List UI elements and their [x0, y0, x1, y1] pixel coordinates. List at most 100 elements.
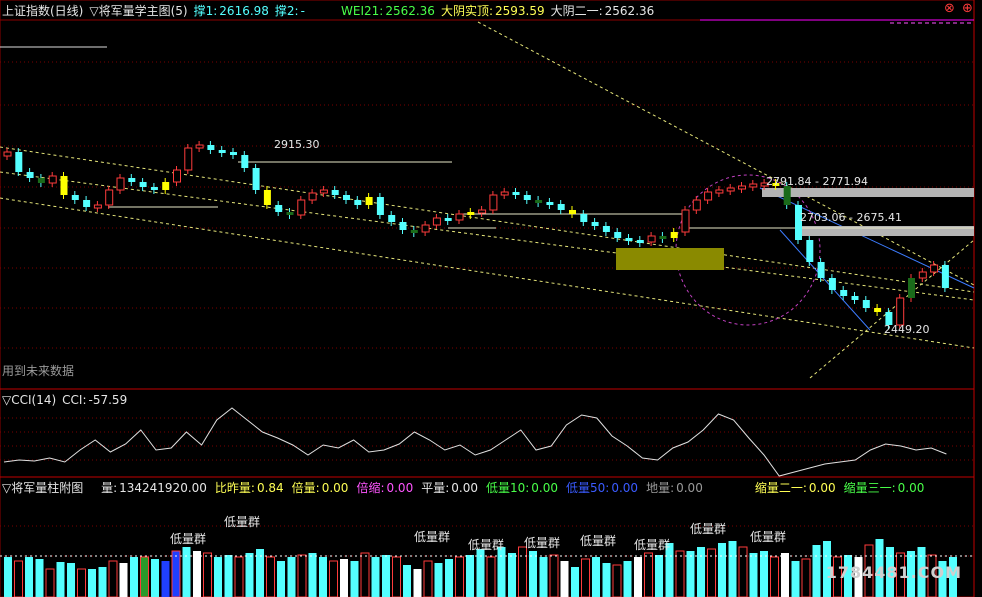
- candle-body: [376, 197, 384, 215]
- candle-body: [150, 187, 158, 190]
- candle-body: [421, 224, 430, 233]
- candle-body: [3, 151, 12, 157]
- kline-chart-canvas[interactable]: [0, 0, 982, 597]
- candle-body: [444, 218, 452, 221]
- volume-item-label: 缩量二一:: [754, 481, 807, 495]
- volume-bar: [644, 552, 653, 597]
- volume-bar: [518, 546, 527, 597]
- candle-body: [862, 300, 870, 308]
- price-label-2449: 2449.20: [884, 323, 930, 336]
- volume-bar: [14, 560, 23, 597]
- volume-bar: [308, 553, 317, 597]
- cci-label: CCI:: [62, 393, 87, 407]
- volume-item-label: 地量:: [646, 481, 675, 495]
- candle-body: [15, 152, 23, 172]
- volume-bar: [770, 556, 779, 597]
- price-label-2915: 2915.30: [274, 138, 320, 151]
- candle-body: [489, 194, 498, 211]
- candle-body: [783, 186, 791, 205]
- resistance-zone-1: [762, 188, 974, 197]
- candle-body: [546, 202, 554, 205]
- volume-item-value: 0.00: [386, 481, 414, 495]
- volume-bar: [403, 565, 411, 597]
- volume-bar: [486, 556, 496, 597]
- candle-body: [738, 185, 746, 190]
- candle-body: [173, 169, 181, 183]
- volume-item-value: 0.00: [676, 481, 703, 495]
- candle-body: [874, 308, 882, 312]
- candle-body: [749, 183, 758, 188]
- volume-item-label: 比昨量:: [214, 481, 255, 495]
- volume-bar: [350, 561, 359, 597]
- candle-body: [410, 230, 418, 233]
- volume-bar: [88, 569, 96, 597]
- candle-body: [704, 191, 713, 201]
- volume-bar: [686, 551, 695, 597]
- volume-bar: [266, 556, 275, 597]
- volume-bar: [801, 558, 811, 597]
- volume-bar: [781, 553, 789, 597]
- candle-body: [331, 190, 339, 195]
- volume-bar: [592, 557, 600, 597]
- candle-body: [614, 232, 622, 238]
- low-volume-tag: 低量群: [690, 522, 727, 536]
- volume-bar: [728, 541, 737, 597]
- candle-body: [941, 265, 949, 288]
- candle-body: [116, 177, 125, 191]
- volume-item-value: 0.84: [256, 481, 284, 495]
- candle-body: [432, 217, 441, 226]
- candle-body: [670, 232, 678, 238]
- candle-body: [828, 278, 836, 290]
- low-volume-tag: 低量群: [580, 534, 617, 548]
- volume-bar: [329, 560, 338, 597]
- candle-body: [207, 145, 215, 150]
- candle-body: [60, 176, 68, 195]
- low-volume-tag: 低量群: [524, 536, 561, 550]
- candle-body: [184, 147, 193, 171]
- volume-bar: [560, 561, 569, 597]
- volume-bar: [612, 564, 622, 597]
- volume-item-label: 缩量三一:: [843, 481, 896, 495]
- candle-body: [354, 200, 362, 205]
- candle-body: [467, 212, 475, 215]
- candle-body: [37, 178, 45, 183]
- candle-body: [580, 214, 588, 222]
- candle-body: [908, 278, 915, 298]
- volume-bar: [623, 561, 632, 597]
- volume-header: ▽将军量柱附图 量: 134241920.00 比昨量: 0.84 倍量: 0.00 倍缩:…: [2, 479, 938, 497]
- volume-bar: [549, 554, 559, 597]
- candle-body: [308, 192, 317, 201]
- volume-item-label: 倍量:: [291, 481, 320, 495]
- volume-bar: [529, 551, 537, 597]
- volume-bar: [738, 546, 748, 597]
- candle-body: [625, 238, 633, 241]
- volume-bar: [25, 557, 33, 597]
- volume-bar: [214, 557, 222, 597]
- volume-bar: [171, 550, 181, 597]
- volume-indicator-name[interactable]: ▽将军量柱附图: [2, 481, 83, 495]
- volume-item-label: 低量10:: [485, 481, 530, 495]
- volume-bar: [45, 568, 55, 597]
- volume-bar: [371, 557, 380, 597]
- volume-bar: [35, 559, 44, 597]
- candle-body: [105, 189, 114, 206]
- candle-body: [726, 187, 735, 192]
- candle-body: [602, 226, 610, 232]
- cci-polyline: [3, 407, 947, 477]
- volume-bar: [56, 562, 65, 597]
- candle-body: [365, 197, 373, 205]
- volume-bar: [508, 553, 516, 597]
- candle-body: [817, 262, 825, 278]
- candle-body: [500, 191, 509, 196]
- candle-body: [319, 189, 328, 194]
- candle-body: [636, 240, 644, 243]
- volume-bar: [581, 558, 590, 597]
- cci-indicator-name[interactable]: ▽CCI(14): [2, 393, 56, 407]
- volume-bar: [4, 557, 12, 597]
- chart-frame: [0, 0, 975, 597]
- volume-bar: [413, 569, 422, 597]
- candle-body: [139, 182, 147, 187]
- candle-body: [297, 199, 306, 216]
- candle-body: [557, 204, 565, 210]
- candle-body: [26, 172, 34, 178]
